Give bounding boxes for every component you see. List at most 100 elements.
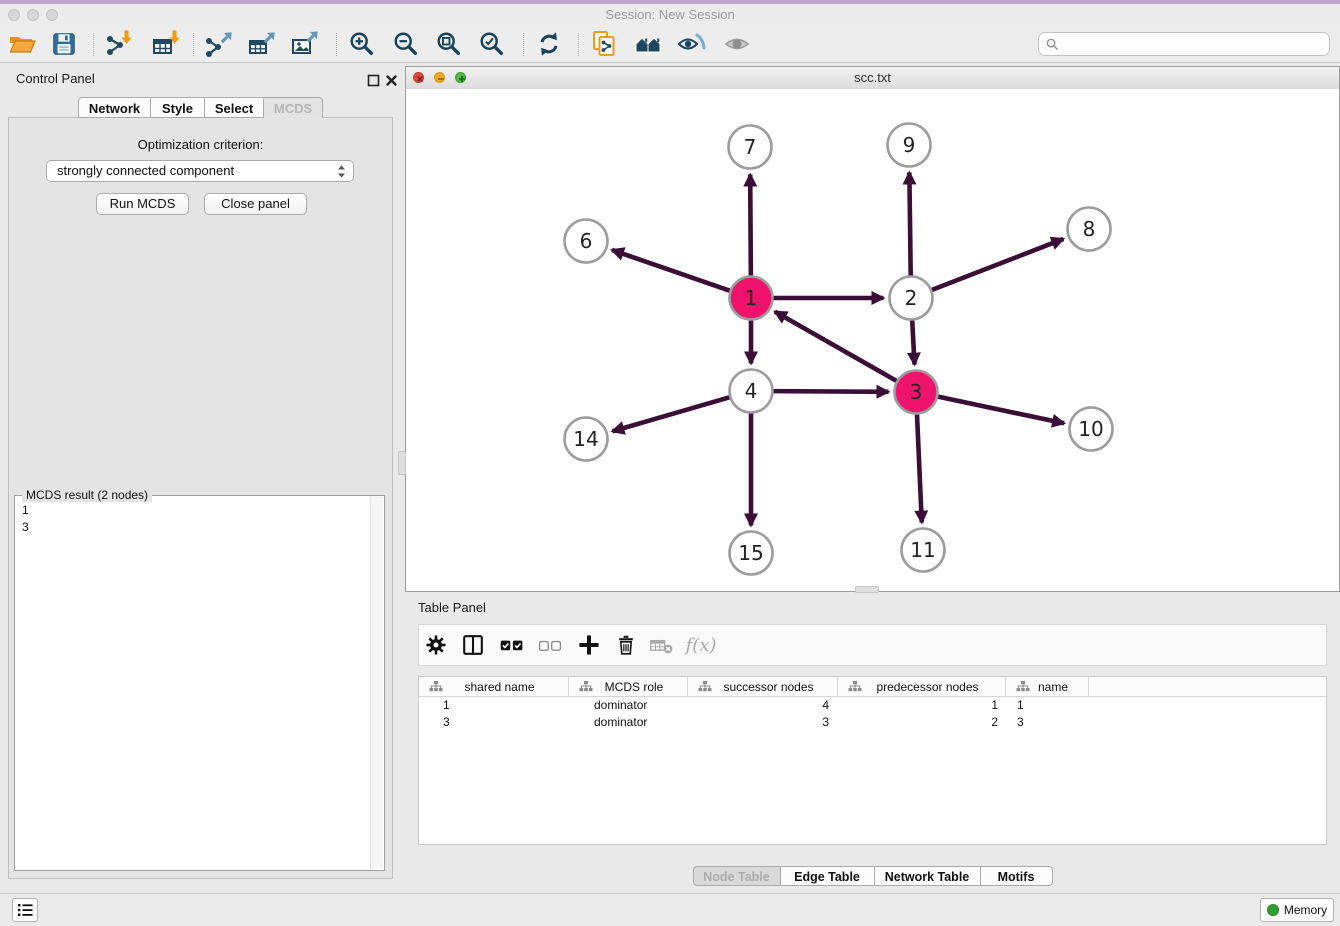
network-view-window[interactable]: scc.txt 1234678910111415 [405, 66, 1340, 592]
tab-style[interactable]: Style [151, 97, 205, 118]
graph-node-label-3: 3 [910, 380, 923, 404]
network-window-titlebar[interactable]: scc.txt [406, 67, 1339, 90]
result-line: 1 [22, 502, 371, 519]
select-all-button[interactable] [496, 629, 528, 661]
tab-network[interactable]: Network [78, 97, 151, 118]
delete-column-button[interactable] [610, 629, 642, 661]
vertical-splitter-handle[interactable] [398, 451, 406, 475]
close-panel-button[interactable]: Close panel [204, 193, 307, 215]
table-row[interactable]: 3dominator323 [419, 714, 1326, 731]
horizontal-splitter-handle[interactable] [855, 586, 879, 593]
graph-edge-1-6[interactable] [612, 250, 730, 291]
refresh-button[interactable] [532, 27, 566, 61]
main-toolbar [0, 26, 1340, 63]
tab-motifs[interactable]: Motifs [981, 866, 1053, 886]
graph-edge-4-14[interactable] [612, 397, 729, 431]
close-panel-icon[interactable] [385, 74, 398, 87]
deselect-all-button[interactable] [534, 629, 566, 661]
tab-node-table[interactable]: Node Table [693, 866, 781, 886]
attribute-tree-icon [1016, 681, 1030, 692]
graph-edge-3-1[interactable] [775, 312, 897, 381]
new-network-from-selection-button[interactable] [588, 27, 622, 61]
table-toolbar: f(x) [418, 624, 1327, 666]
graph-edge-2-3[interactable] [912, 320, 914, 364]
table-panel-title: Table Panel [418, 600, 486, 615]
toolbar-separator [523, 33, 524, 56]
table-cell[interactable]: 1 [419, 697, 569, 714]
table-cell[interactable]: 3 [688, 714, 838, 731]
control-panel-tabs: NetworkStyleSelectMCDS [78, 97, 323, 118]
main-titlebar[interactable]: Session: New Session [0, 4, 1340, 27]
zoom-out-button[interactable] [389, 27, 423, 61]
column-header-successor-nodes[interactable]: successor nodes [688, 677, 838, 696]
result-scrollbar[interactable] [370, 497, 383, 869]
show-columns-button[interactable] [457, 629, 489, 661]
control-panel-title: Control Panel [16, 71, 95, 86]
network-canvas[interactable]: 1234678910111415 [406, 89, 1339, 591]
graph-node-label-7: 7 [744, 135, 757, 159]
graph-edge-3-11[interactable] [917, 414, 922, 522]
graph-edge-1-7[interactable] [750, 174, 751, 275]
table-cell[interactable]: 1 [838, 697, 1006, 714]
table-row[interactable]: 1dominator411 [419, 697, 1326, 714]
search-input[interactable] [1063, 36, 1329, 52]
import-network-button[interactable] [102, 27, 136, 61]
run-mcds-button[interactable]: Run MCDS [96, 193, 189, 215]
export-network-button[interactable] [202, 27, 236, 61]
hide-panel-button[interactable] [675, 27, 709, 61]
column-header-MCDS-role[interactable]: MCDS role [569, 677, 688, 696]
table-cell[interactable]: dominator [569, 714, 688, 731]
table-cell[interactable]: 2 [838, 714, 1006, 731]
show-panel-button[interactable] [720, 27, 754, 61]
zoom-in-icon [348, 30, 376, 58]
table-cell[interactable]: 3 [1006, 714, 1089, 731]
memory-button[interactable]: Memory [1260, 898, 1334, 922]
table-cell[interactable]: 1 [1006, 697, 1089, 714]
table-cell[interactable]: dominator [569, 697, 688, 714]
tab-edge-table[interactable]: Edge Table [781, 866, 875, 886]
column-header-name[interactable]: name [1006, 677, 1089, 696]
table-cell[interactable]: 3 [419, 714, 569, 731]
export-network-icon [204, 29, 234, 59]
application-window: Session: New Session [0, 0, 1340, 926]
network-overview-button[interactable] [632, 27, 666, 61]
graph-edge-3-10[interactable] [938, 397, 1064, 424]
export-table-button[interactable] [245, 27, 279, 61]
zoom-in-button[interactable] [345, 27, 379, 61]
criterion-dropdown[interactable]: strongly connected component [46, 160, 354, 182]
float-panel-icon[interactable] [367, 74, 380, 87]
graph-node-label-8: 8 [1083, 217, 1096, 241]
graph-node-label-4: 4 [745, 379, 758, 403]
eye-icon [722, 29, 752, 59]
add-column-button[interactable] [573, 629, 605, 661]
tab-mcds[interactable]: MCDS [264, 97, 323, 118]
zoom-fit-button[interactable] [432, 27, 466, 61]
column-header-shared-name[interactable]: shared name [419, 677, 569, 696]
save-session-button[interactable] [47, 27, 81, 61]
table-settings-button[interactable] [420, 629, 452, 661]
open-session-button[interactable] [5, 27, 39, 61]
graph-edge-2-8[interactable] [932, 239, 1063, 290]
task-history-button[interactable] [12, 898, 38, 922]
import-network-icon [104, 29, 134, 59]
import-table-button[interactable] [149, 27, 183, 61]
column-header-predecessor-nodes[interactable]: predecessor nodes [838, 677, 1006, 696]
edges-layer [612, 172, 1064, 525]
table-cell[interactable]: 4 [688, 697, 838, 714]
function-builder-button[interactable]: f(x) [685, 629, 717, 661]
copy-network-icon [590, 29, 620, 59]
mcds-result-box[interactable]: MCDS result (2 nodes) 13 [14, 495, 385, 871]
export-image-button[interactable] [288, 27, 322, 61]
columns-icon [461, 633, 485, 657]
graph-node-label-15: 15 [738, 541, 763, 565]
graph-edge-2-9[interactable] [909, 172, 910, 275]
node-table[interactable]: shared nameMCDS rolesuccessor nodesprede… [418, 676, 1327, 845]
zoom-selected-button[interactable] [475, 27, 509, 61]
search-box[interactable] [1038, 32, 1330, 56]
delete-table-button[interactable] [646, 629, 678, 661]
memory-status-icon [1267, 904, 1279, 916]
tab-network-table[interactable]: Network Table [875, 866, 981, 886]
criterion-value: strongly connected component [57, 163, 234, 178]
tab-select[interactable]: Select [205, 97, 264, 118]
graph-edge-4-3[interactable] [773, 391, 888, 392]
